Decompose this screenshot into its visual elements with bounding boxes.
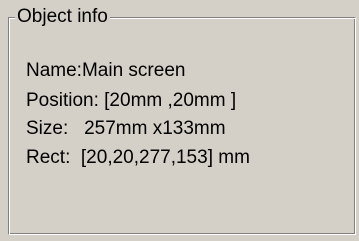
object-info-title: Object info	[15, 5, 110, 29]
object-name-text: Name:Main screen	[26, 60, 186, 81]
object-position-text: Position: [20mm ,20mm ]	[26, 90, 237, 111]
object-rect-text: Rect: [20,20,277,153] mm	[26, 147, 250, 168]
object-size-text: Size: 257mm x133mm	[26, 118, 226, 139]
